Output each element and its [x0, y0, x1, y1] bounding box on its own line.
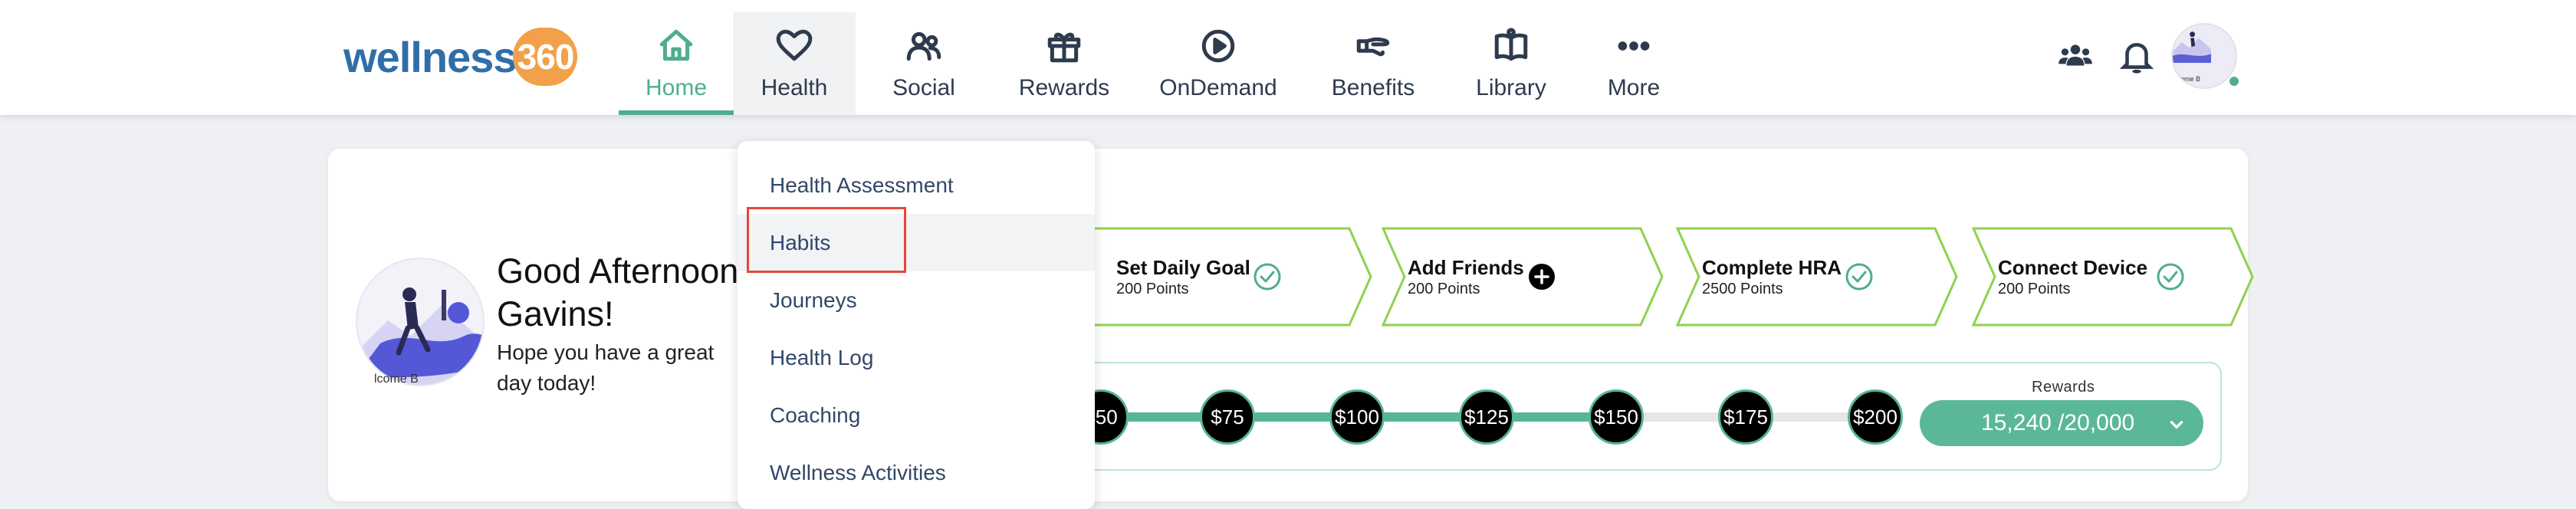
nav-social-label: Social — [892, 75, 955, 100]
step-set-daily-goal[interactable]: Set Daily Goal 200 Points — [1089, 225, 1374, 328]
logo-wordmark: wellness — [343, 32, 517, 81]
nav-library-label: Library — [1476, 75, 1546, 100]
milestone-badge: $100 — [1329, 389, 1385, 445]
avatar-illustration — [2173, 31, 2211, 63]
book-icon — [1490, 25, 1533, 67]
hero-avatar — [356, 258, 485, 386]
step-points: 200 Points — [1116, 281, 1189, 297]
hero-avatar-caption: lcome B — [374, 373, 419, 386]
step-points: 200 Points — [1998, 281, 2071, 297]
health-menu-item-health-log[interactable]: Health Log — [738, 329, 1095, 386]
nav-rewards-label: Rewards — [1018, 75, 1110, 100]
user-avatar[interactable]: ome B — [2171, 23, 2237, 89]
nav-more-label: More — [1607, 75, 1661, 100]
nav-ondemand-label: OnDemand — [1159, 75, 1277, 100]
step-title: Connect Device — [1998, 256, 2148, 279]
check-circle-icon[interactable] — [2156, 262, 2185, 291]
step-title: Set Daily Goal — [1116, 256, 1250, 279]
heart-icon — [773, 25, 816, 67]
hero-illustration — [357, 259, 483, 385]
nav-benefits-label: Benefits — [1331, 75, 1415, 100]
nav-ondemand[interactable]: OnDemand — [1136, 12, 1300, 115]
greeting-subtext: Hope you have a great day today! — [497, 340, 715, 395]
milestone-badge: $75 — [1200, 389, 1255, 445]
dots-icon — [1612, 25, 1655, 67]
milestone-badge: $200 — [1848, 389, 1903, 445]
home-icon — [655, 25, 698, 67]
nav-social[interactable]: Social — [856, 12, 992, 115]
logo-badge: 360 — [513, 28, 578, 86]
step-add-friends[interactable]: Add Friends 200 Points — [1380, 225, 1665, 328]
step-title: Complete HRA — [1702, 256, 1842, 279]
nav-more[interactable]: More — [1576, 12, 1691, 115]
hand-icon — [1352, 25, 1395, 67]
group-icon[interactable] — [2049, 21, 2102, 90]
step-connect-device[interactable]: Connect Device 200 Points — [1970, 225, 2256, 328]
step-points: 200 Points — [1408, 281, 1480, 297]
health-menu-item-wellness-activities[interactable]: Wellness Activities — [738, 444, 1095, 501]
health-menu-item-habits[interactable]: Habits — [738, 214, 1095, 271]
health-menu-item-journeys[interactable]: Journeys — [738, 271, 1095, 329]
gift-icon — [1043, 25, 1086, 67]
milestone-badge: $175 — [1718, 389, 1773, 445]
rewards-points-dropdown[interactable]: 15,240 /20,000 — [1920, 400, 2203, 446]
step-complete-hra[interactable]: Complete HRA 2500 Points — [1674, 225, 1960, 328]
add-circle-icon[interactable] — [1527, 262, 1556, 291]
nav-home-label: Home — [645, 75, 708, 100]
play-icon — [1197, 25, 1240, 67]
rewards-label: Rewards — [2032, 379, 2095, 396]
rewards-points-value: 15,240 /20,000 — [1981, 410, 2135, 435]
milestone-badge: $150 — [1589, 389, 1644, 445]
nav-benefits[interactable]: Benefits — [1300, 12, 1446, 115]
nav-rewards[interactable]: Rewards — [992, 12, 1136, 115]
nav-library[interactable]: Library — [1446, 12, 1576, 115]
nav-health-label: Health — [761, 75, 828, 100]
main-nav: Home Health Social Rewards OnDemand Bene… — [619, 12, 1691, 115]
nav-home[interactable]: Home — [619, 12, 733, 115]
bell-icon[interactable] — [2110, 21, 2164, 90]
avatar-caption: ome B — [2180, 75, 2201, 83]
online-status-dot — [2228, 75, 2240, 87]
milestone-badge: $125 — [1459, 389, 1514, 445]
top-navigation-bar: wellness 360 Home Health Social Rewards … — [0, 0, 2576, 115]
header-actions: ome B — [2049, 21, 2237, 90]
health-menu-item-coaching[interactable]: Coaching — [738, 386, 1095, 444]
step-title: Add Friends — [1408, 256, 1524, 279]
check-circle-icon[interactable] — [1845, 262, 1874, 291]
check-circle-icon[interactable] — [1253, 262, 1282, 291]
health-menu-item-health-assessment[interactable]: Health Assessment — [738, 156, 1095, 214]
greeting-title: Good Afternoon Gavins! — [497, 251, 739, 333]
chevron-down-icon — [2170, 420, 2183, 429]
people-icon — [902, 25, 945, 67]
wellness360-logo[interactable]: wellness 360 — [343, 26, 578, 87]
nav-health[interactable]: Health — [733, 12, 856, 115]
health-dropdown-menu: Health Assessment Habits Journeys Health Lo… — [738, 141, 1095, 509]
step-points: 2500 Points — [1702, 281, 1783, 297]
